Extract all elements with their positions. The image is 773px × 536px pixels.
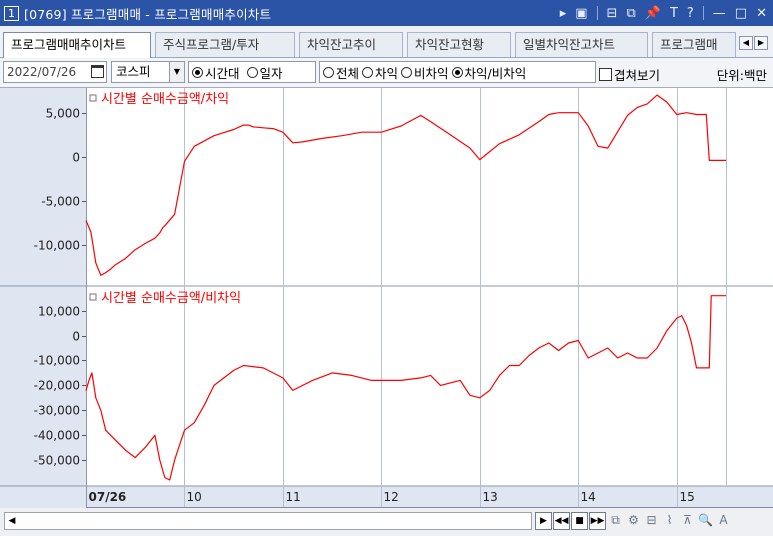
radio-dot [192, 66, 203, 78]
radio-label: 차익 [375, 65, 399, 81]
radio-dot [362, 66, 374, 78]
fast-forward-icon[interactable]: ▶▶ [589, 512, 606, 530]
radio-time[interactable]: 시간대 [192, 63, 240, 82]
legend-marker [89, 293, 97, 301]
tab-bar: 프로그램매매추이차트 주식프로그램/투자 차익잔고추이 차익잔고현황 일별차익잔… [0, 26, 773, 58]
settings-icon[interactable]: ⚙ [625, 512, 642, 530]
tab-daily-arbitrage-chart[interactable]: 일별차익잔고차트 [515, 32, 648, 57]
radio-dot [323, 66, 334, 78]
title-bar: 1 [0769] 프로그램매매 - 프로그램매매추이차트 ▸ ▣ ⊟ ⧉ 📌 T… [0, 0, 773, 26]
market-value: 코스피 [116, 64, 151, 79]
play-icon[interactable]: ▶ [535, 512, 552, 530]
tab-arbitrage-balance-trend[interactable]: 차익잔고추이 [299, 32, 403, 57]
minimize-icon[interactable]: — [713, 6, 726, 21]
maximize-icon[interactable]: □ [735, 6, 747, 21]
y-tick-label: 5,000 [46, 107, 80, 121]
horizontal-scrollbar[interactable]: ◀ [4, 512, 532, 530]
calendar-icon[interactable] [91, 65, 104, 78]
separator [702, 6, 704, 20]
chevron-down-icon[interactable]: ▼ [169, 62, 184, 82]
radio-label: 비차익 [414, 65, 449, 81]
close-icon[interactable]: ✕ [756, 6, 767, 21]
x-tick-label: 14 [581, 490, 596, 504]
radio-day[interactable]: 일자 [246, 63, 283, 82]
tab-arbitrage-balance-status[interactable]: 차익잔고현황 [407, 32, 511, 57]
y-tick-label: -30,000 [34, 404, 80, 418]
legend-marker [89, 94, 97, 102]
radio-arbitrage-non-arbitrage[interactable]: 차익/비차익 [451, 63, 527, 82]
date-field[interactable]: 2022/07/26 [3, 61, 107, 83]
separator [596, 6, 598, 20]
window-number: 1 [4, 5, 19, 21]
y-tick-label: 10,000 [38, 305, 80, 319]
window-title: [0769] 프로그램매매 - 프로그램매매추이차트 [24, 6, 272, 22]
y-tick-label: -40,000 [34, 429, 80, 443]
radio-arbitrage[interactable]: 차익 [362, 63, 398, 82]
radio-non-arbitrage[interactable]: 비차익 [401, 63, 449, 82]
chart-tools: ▶ ◀◀ ■ ▶▶ ⧉ ⚙ ⊟ ⌇ ⊼ 🔍 A [535, 512, 732, 530]
copy-window-icon[interactable]: ⧉ [626, 6, 635, 21]
x-tick-label: 15 [680, 490, 695, 504]
x-tick-label: 11 [286, 490, 301, 504]
window-controls: ▸ ▣ ⊟ ⧉ 📌 T ? — □ ✕ [560, 0, 767, 26]
x-tick-label: 10 [187, 490, 202, 504]
y-tick-label: -10,000 [34, 239, 80, 253]
tab-prev-icon[interactable]: ◀ [739, 36, 753, 50]
chart-icon[interactable]: ⌇ [661, 512, 678, 530]
radio-label: 전체 [336, 65, 360, 81]
help-icon[interactable]: ? [687, 6, 694, 21]
radio-all[interactable]: 전체 [323, 63, 359, 82]
tab-next-icon[interactable]: ▶ [754, 36, 768, 50]
x-tick-label: 12 [384, 490, 399, 504]
overlay-label: 겹쳐보기 [614, 68, 661, 83]
tab-stock-program[interactable]: 주식프로그램/투자 [155, 32, 295, 57]
market-select[interactable]: 코스피 ▼ [111, 61, 185, 83]
window-icon[interactable]: ⧉ [607, 512, 624, 530]
radio-label: 시간대 [205, 65, 240, 81]
radio-label: 일자 [259, 65, 283, 81]
radio-dot [401, 66, 413, 78]
radio-label: 차익/비차익 [464, 65, 527, 81]
tab-program-more[interactable]: 프로그램매 [652, 32, 736, 57]
unit-label: 단위:백만 [716, 68, 767, 83]
y-tick-label: -20,000 [34, 379, 80, 393]
period-radio-group: 시간대 일자 [188, 61, 316, 83]
bottom-toolbar: ◀ ▶ ◀◀ ■ ▶▶ ⧉ ⚙ ⊟ ⌇ ⊼ 🔍 A [0, 508, 773, 536]
rewind-icon[interactable]: ◀◀ [553, 512, 570, 530]
x-tick-label: 13 [483, 490, 498, 504]
split-icon[interactable]: ⊟ [607, 6, 618, 21]
checkbox-box[interactable] [599, 68, 612, 81]
crosshair-icon[interactable]: ⊼ [679, 512, 696, 530]
tab-program-trend-chart[interactable]: 프로그램매매추이차트 [3, 32, 151, 58]
options-bar: 2022/07/26 코스피 ▼ 시간대 일자 전체 차익 비차익 차익/비차익… [0, 58, 773, 88]
pin-icon[interactable]: 📌 [645, 6, 661, 21]
text-icon[interactable]: T [670, 6, 678, 21]
date-value: 2022/07/26 [7, 65, 77, 79]
x-tick-label: 07/26 [89, 490, 127, 504]
y-tick-label: 0 [72, 330, 80, 344]
scroll-left-icon[interactable]: ◀ [6, 515, 18, 527]
y-tick-label: -10,000 [34, 354, 80, 368]
legend-label: 시간별 순매수금액/차익 [101, 92, 229, 107]
overlay-checkbox[interactable]: 겹쳐보기 [599, 65, 660, 84]
legend-label: 시간별 순매수금액/비차익 [101, 291, 241, 306]
y-tick-label: -50,000 [34, 454, 80, 468]
image-icon[interactable]: ▣ [575, 6, 587, 21]
type-radio-group: 전체 차익 비차익 차익/비차익 [319, 61, 596, 83]
y-tick-label: 0 [72, 151, 80, 165]
program-trading-chart[interactable]: 07/26 10 11 12 13 14 15 5,000 0 -5,000 -10,000 시간별 … [0, 88, 773, 508]
zoom-icon[interactable]: 🔍 [697, 512, 714, 530]
font-icon[interactable]: A [715, 512, 732, 530]
y-tick-label: -5,000 [41, 195, 80, 209]
radio-dot [246, 66, 258, 78]
radio-dot [451, 66, 463, 78]
layout-icon[interactable]: ⊟ [643, 512, 660, 530]
stop-icon[interactable]: ■ [571, 512, 588, 530]
chart-area[interactable]: 07/26 10 11 12 13 14 15 5,000 0 -5,000 -10,000 시간별 … [0, 88, 773, 508]
arrow-right-icon[interactable]: ▸ [560, 6, 567, 21]
